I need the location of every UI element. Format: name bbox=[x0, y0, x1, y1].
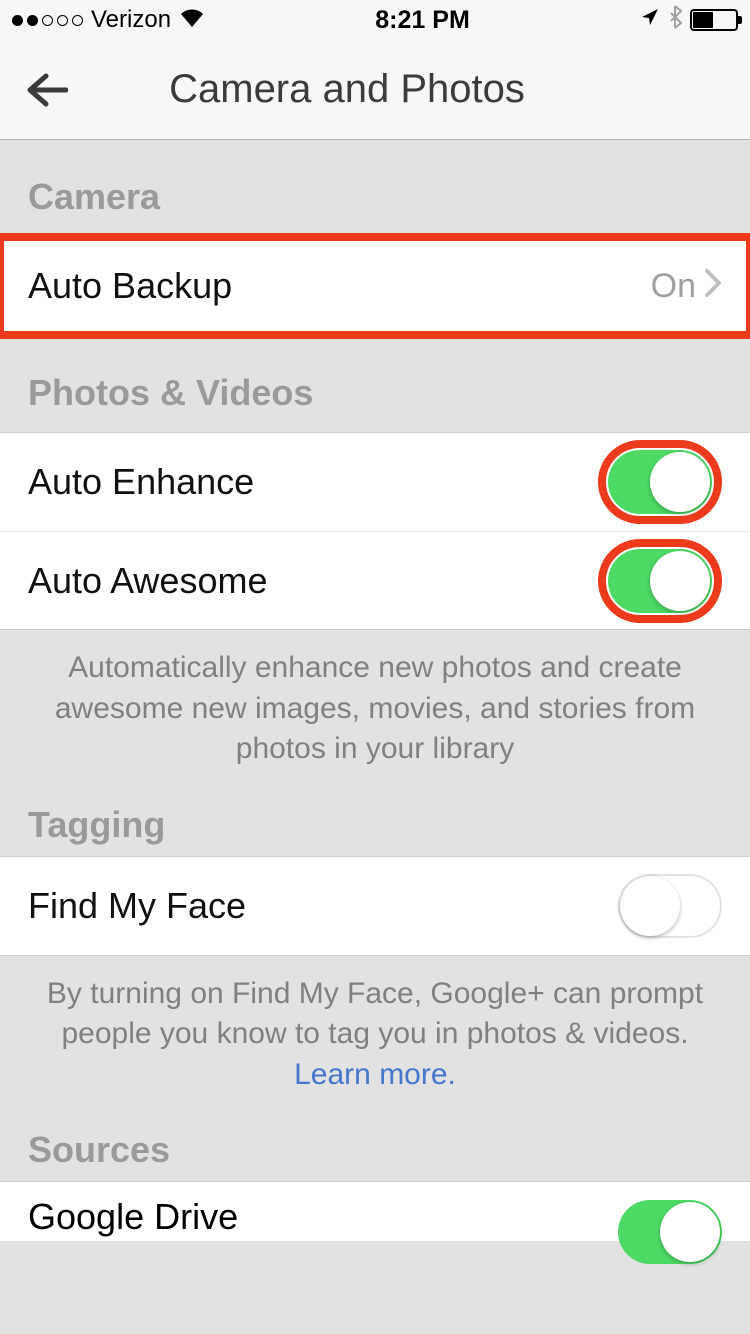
row-google-drive: Google Drive bbox=[0, 1181, 750, 1241]
clock-time: 8:21 PM bbox=[375, 6, 469, 35]
find-my-face-label: Find My Face bbox=[28, 885, 618, 927]
row-find-my-face: Find My Face bbox=[0, 857, 750, 955]
signal-strength-icon bbox=[12, 15, 83, 26]
wifi-icon bbox=[179, 6, 205, 34]
section-header-photos-videos: Photos & Videos bbox=[0, 336, 750, 432]
status-right bbox=[640, 5, 738, 36]
auto-enhance-label: Auto Enhance bbox=[28, 461, 598, 503]
auto-backup-label: Auto Backup bbox=[28, 265, 651, 307]
section-header-sources: Sources bbox=[0, 1115, 750, 1181]
row-auto-awesome: Auto Awesome bbox=[0, 531, 750, 629]
section-header-tagging: Tagging bbox=[0, 790, 750, 856]
auto-enhance-toggle[interactable] bbox=[608, 450, 712, 514]
find-my-face-toggle[interactable] bbox=[618, 874, 722, 938]
chevron-right-icon bbox=[704, 265, 722, 307]
auto-enhance-highlight bbox=[598, 440, 722, 524]
photos-videos-description: Automatically enhance new photos and cre… bbox=[0, 630, 750, 790]
carrier-label: Verizon bbox=[91, 6, 171, 34]
status-bar: Verizon 8:21 PM bbox=[0, 0, 750, 40]
page-header: Camera and Photos bbox=[0, 40, 750, 140]
auto-awesome-label: Auto Awesome bbox=[28, 560, 598, 602]
tagging-description: By turning on Find My Face, Google+ can … bbox=[0, 956, 750, 1116]
status-left: Verizon bbox=[12, 6, 205, 34]
battery-icon bbox=[690, 9, 738, 31]
row-auto-backup[interactable]: Auto Backup On bbox=[0, 237, 750, 335]
auto-awesome-toggle[interactable] bbox=[608, 549, 712, 613]
google-drive-label: Google Drive bbox=[28, 1196, 238, 1238]
auto-backup-value: On bbox=[651, 267, 696, 306]
tagging-description-text: By turning on Find My Face, Google+ can … bbox=[47, 977, 703, 1051]
section-header-camera: Camera bbox=[0, 140, 750, 236]
auto-awesome-highlight bbox=[598, 539, 722, 623]
row-auto-enhance: Auto Enhance bbox=[0, 433, 750, 531]
bluetooth-icon bbox=[668, 5, 682, 36]
learn-more-link[interactable]: Learn more. bbox=[294, 1058, 456, 1091]
google-drive-toggle[interactable] bbox=[618, 1200, 722, 1264]
location-icon bbox=[640, 6, 660, 34]
page-title: Camera and Photos bbox=[24, 67, 670, 112]
